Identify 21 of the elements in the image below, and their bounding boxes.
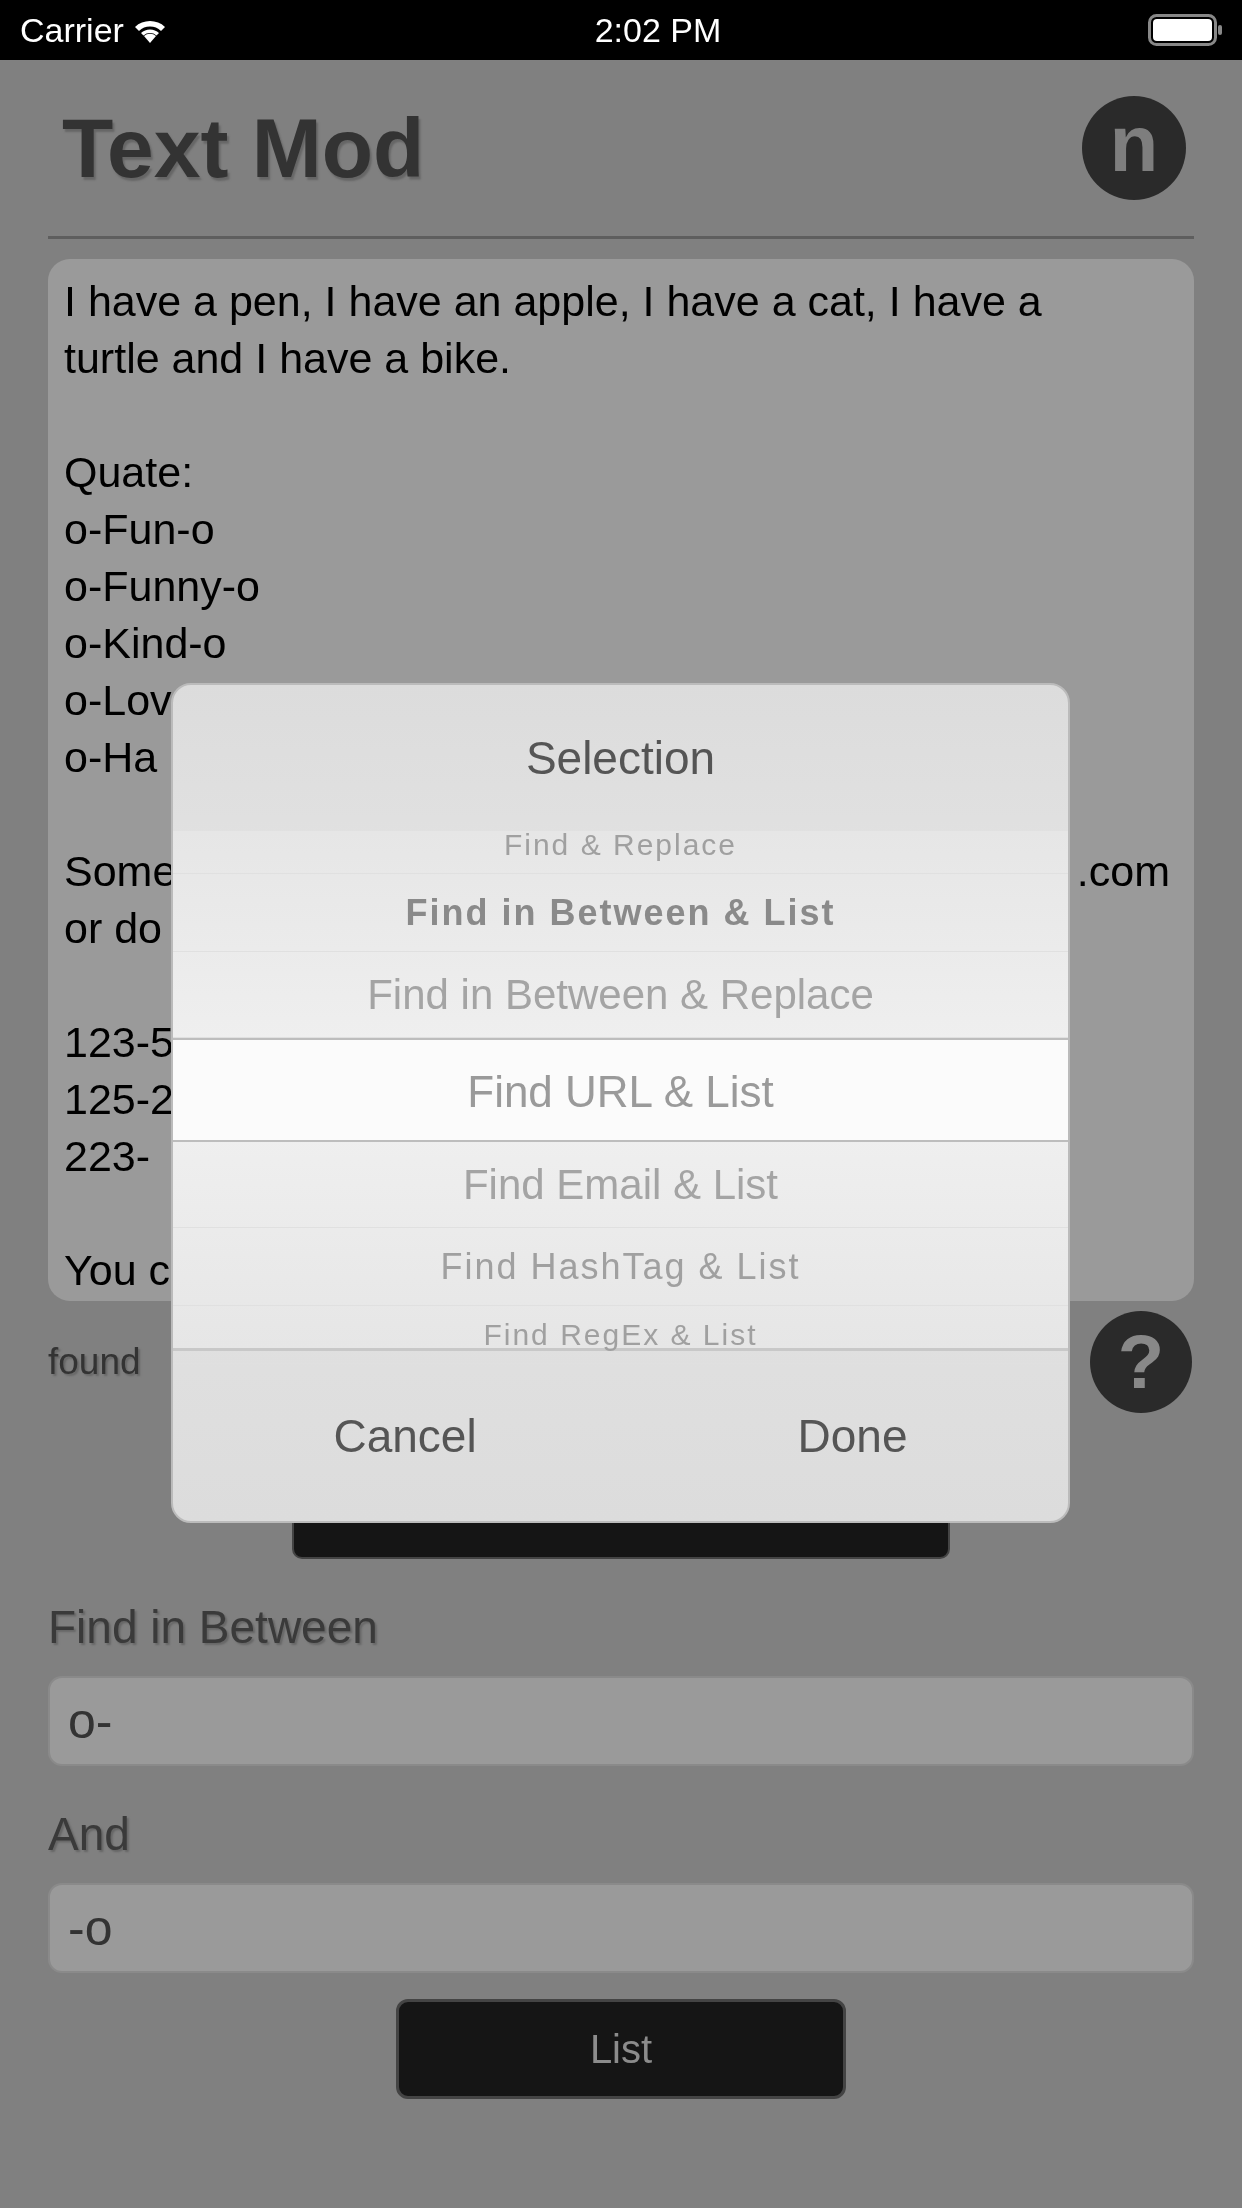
- dialog-title: Selection: [524, 731, 717, 786]
- text-line: .com: [1076, 846, 1170, 897]
- field-label: Find in Between: [48, 1600, 379, 1655]
- text-line: turtle and I have a bike.: [64, 333, 511, 384]
- time-label: 2:02 PM: [594, 9, 722, 51]
- text-line: I have a pen, I have an apple, I have a cat, I have a: [64, 276, 1042, 327]
- text-line: Quate:: [64, 447, 194, 498]
- text-line: You c: [64, 1245, 170, 1296]
- text-line: 123-5: [64, 1017, 174, 1068]
- text-line: o-Kind-o: [64, 618, 227, 669]
- carrier-label: Carrier: [20, 9, 124, 51]
- text-line: 125-2: [64, 1074, 174, 1125]
- field-label: And: [48, 1807, 131, 1862]
- text-line: or do: [64, 903, 162, 954]
- found-label: found: [48, 1340, 141, 1385]
- text-line: o-Ha: [64, 732, 158, 783]
- text-line: o-Funny-o: [64, 561, 260, 612]
- app-title: Text Mod: [62, 100, 425, 197]
- text-line: o-Lov: [64, 675, 172, 726]
- text-line: 223-: [64, 1131, 151, 1182]
- text-line: o-Fun-o: [64, 504, 215, 555]
